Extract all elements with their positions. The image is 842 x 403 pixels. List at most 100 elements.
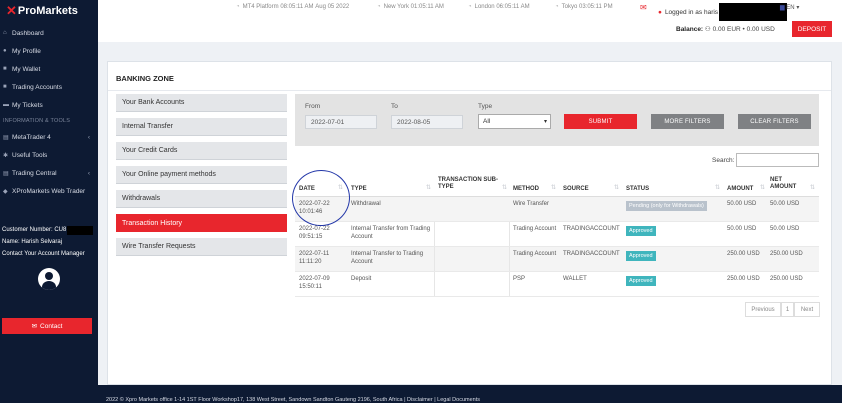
user-menu[interactable]: ● Logged in as haris: [658, 3, 788, 21]
sidebar-item-web-trader[interactable]: ◆ XProMarkets Web Trader: [0, 182, 98, 200]
sidebar-item-trading-accounts[interactable]: ■ Trading Accounts: [0, 78, 98, 96]
clock-time: 06:05:11 AM: [496, 4, 530, 10]
table-row[interactable]: 2022-07-22 10:01:46 Withdrawal Wire Tran…: [295, 197, 819, 222]
to-date-input[interactable]: 2022-08-05: [391, 115, 463, 129]
divider: [509, 272, 510, 296]
table-row[interactable]: 2022-07-22 09:51:15 Internal Transfer fr…: [295, 222, 819, 247]
customer-info: Customer Number: CU8 Name: Harish Selvar…: [0, 224, 98, 260]
cell-type: Deposit: [351, 276, 372, 282]
redaction-block: [67, 225, 94, 235]
clock-time: 01:05:11 AM: [410, 4, 444, 10]
logo[interactable]: ✕ ProMarkets: [0, 0, 98, 22]
search-input[interactable]: [736, 153, 819, 167]
mail-icon: ✉: [31, 323, 38, 330]
cell-net-amount: 250.00 USD: [770, 276, 803, 282]
submit-button[interactable]: SUBMIT: [564, 114, 637, 129]
clock-label: Tokyo: [561, 4, 578, 10]
pagination-next[interactable]: Next: [794, 302, 820, 317]
cell-amount: 250.00 USD: [727, 276, 760, 282]
clock-icon: ◔: [555, 4, 559, 10]
sidebar-item-metatrader[interactable]: ▤ MetaTrader 4 ‹: [0, 128, 98, 146]
from-date-input[interactable]: 2022-07-01: [305, 115, 377, 129]
cell-amount: 50.00 USD: [727, 201, 757, 207]
menu-item-internal-transfer[interactable]: Internal Transfer: [116, 118, 287, 136]
mail-icon[interactable]: ✉: [640, 3, 647, 12]
sort-icon[interactable]: ⇅: [502, 184, 507, 191]
cell-type: Withdrawal: [351, 201, 381, 207]
clock-label: MT4 Platform: [242, 4, 279, 10]
status-badge: Approved: [626, 251, 656, 261]
clock-new-york: ◔ New York 01:05:11 AM: [377, 4, 444, 10]
column-header-amount[interactable]: AMOUNT: [727, 186, 753, 193]
sidebar-item-useful-tools[interactable]: ✱ Useful Tools: [0, 146, 98, 164]
column-header-subtype[interactable]: TRANSACTION SUB-TYPE: [438, 177, 503, 191]
pagination-previous[interactable]: Previous: [745, 302, 781, 317]
banking-menu: Your Bank Accounts Internal Transfer You…: [116, 94, 287, 262]
more-filters-button[interactable]: MORE FILTERS: [651, 114, 724, 129]
sidebar-item-label: MetaTrader 4: [12, 133, 51, 141]
divider: [434, 222, 435, 246]
menu-item-withdrawals[interactable]: Withdrawals: [116, 190, 287, 208]
user-icon: ●: [3, 48, 7, 54]
type-select[interactable]: All ▾: [478, 114, 551, 129]
pagination-page-1[interactable]: 1: [781, 302, 794, 317]
cell-type: Internal Transfer to Trading Account: [351, 251, 424, 265]
clock-london: ◔ London 06:05:11 AM: [468, 4, 530, 10]
sidebar-item-dashboard[interactable]: ⌂ Dashboard: [0, 24, 98, 42]
to-label: To: [391, 103, 398, 110]
sidebar-item-label: My Wallet: [12, 65, 41, 73]
column-header-method[interactable]: METHOD: [513, 186, 539, 193]
layers-icon: ◆: [3, 188, 8, 195]
cell-date: 2022-07-22 09:51:15: [299, 226, 330, 240]
sort-icon[interactable]: ⇅: [426, 184, 431, 191]
table-row[interactable]: 2022-07-09 15:50:11 Deposit PSP WALLET A…: [295, 272, 819, 297]
contact-button[interactable]: ✉ Contact: [2, 318, 92, 334]
language-label: EN: [786, 5, 795, 11]
sidebar-section-label: INFORMATION & TOOLS: [3, 118, 71, 124]
sidebar-item-label: Trading Accounts: [12, 83, 62, 91]
column-header-type[interactable]: TYPE: [351, 186, 367, 193]
language-selector[interactable]: ▆ EN ▾: [780, 4, 799, 11]
column-header-net-amount[interactable]: NET AMOUNT: [770, 177, 800, 191]
column-header-status[interactable]: STATUS: [626, 186, 649, 193]
menu-item-bank-accounts[interactable]: Your Bank Accounts: [116, 94, 287, 112]
sort-icon[interactable]: ⇅: [614, 184, 619, 191]
top-bar: ◔ MT4 Platform 08:05:11 AM Aug 05 2022 ◔…: [98, 0, 842, 42]
table-row[interactable]: 2022-07-11 11:11:20 Internal Transfer to…: [295, 247, 819, 272]
sort-icon[interactable]: ⇅: [551, 184, 556, 191]
deposit-button[interactable]: DEPOSIT: [792, 21, 832, 37]
logo-x-icon: ✕: [6, 3, 17, 18]
filter-panel: From 2022-07-01 To 2022-08-05 Type All ▾…: [295, 94, 819, 146]
banking-zone-card: BANKING ZONE Your Bank Accounts Internal…: [107, 61, 832, 385]
sort-icon[interactable]: ⇅: [715, 184, 720, 191]
divider: [108, 90, 831, 91]
menu-item-online-payment-methods[interactable]: Your Online payment methods: [116, 166, 287, 184]
menu-item-transaction-history[interactable]: Transaction History: [116, 214, 287, 232]
avatar: [38, 268, 60, 290]
menu-item-wire-transfer-requests[interactable]: Wire Transfer Requests: [116, 238, 287, 256]
cell-method: Trading Account: [513, 226, 557, 232]
cell-date: 2022-07-09 15:50:11: [299, 276, 330, 290]
sort-icon[interactable]: ⇅: [810, 184, 815, 191]
clear-filters-button[interactable]: CLEAR FILTERS: [738, 114, 811, 129]
chart-icon: ▤: [3, 170, 9, 177]
chart-icon: ▤: [3, 134, 9, 141]
sidebar-item-my-wallet[interactable]: ■ My Wallet: [0, 60, 98, 78]
type-label: Type: [478, 103, 493, 110]
divider: [434, 272, 435, 296]
status-badge: Pending (only for Withdrawals): [626, 201, 707, 211]
sidebar-item-trading-central[interactable]: ▤ Trading Central ‹: [0, 164, 98, 182]
sidebar-item-my-profile[interactable]: ● My Profile: [0, 42, 98, 60]
cell-amount: 50.00 USD: [727, 226, 757, 232]
column-header-source[interactable]: SOURCE: [563, 186, 589, 193]
sidebar-item-my-tickets[interactable]: ▬ My Tickets: [0, 96, 98, 114]
menu-item-credit-cards[interactable]: Your Credit Cards: [116, 142, 287, 160]
sort-icon[interactable]: ⇅: [760, 184, 765, 191]
page-title: BANKING ZONE: [116, 74, 174, 83]
user-icon: ●: [658, 8, 662, 16]
sidebar-item-label: My Tickets: [12, 101, 43, 109]
divider: [509, 247, 510, 271]
cell-method: Wire Transfer: [513, 201, 550, 207]
customer-number: Customer Number: CU8: [2, 224, 98, 236]
folder-icon: ■: [3, 66, 7, 72]
